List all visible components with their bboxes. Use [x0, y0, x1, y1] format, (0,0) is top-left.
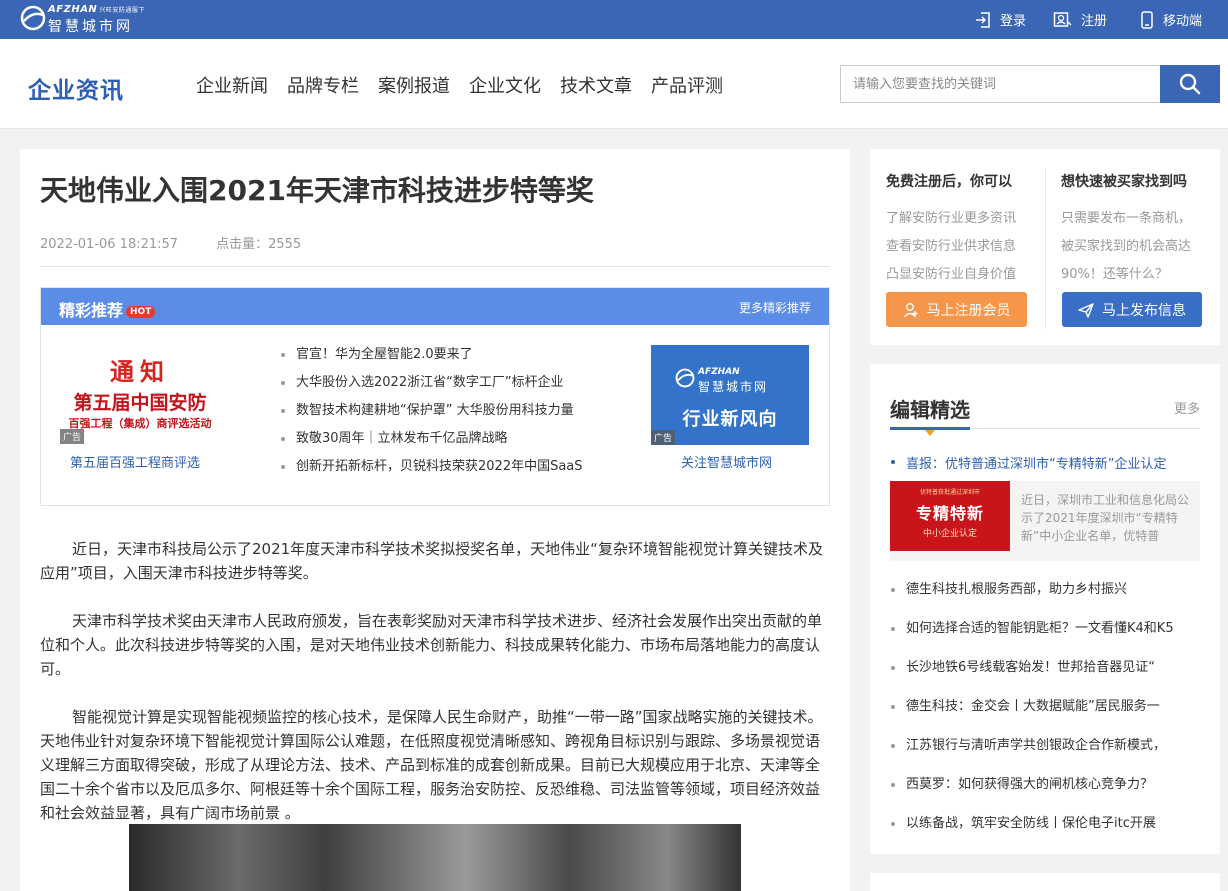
register-benefit: 凸显安防行业自身价值	[886, 267, 1017, 282]
register-label: 注册	[1081, 14, 1108, 29]
logo-en: AFZHAN 兴旺安防通服下	[48, 4, 145, 15]
article-image	[129, 824, 741, 891]
login-icon	[976, 11, 990, 28]
list-item[interactable]: 德生科技：金交会丨大数据赋能”居民服务一	[890, 697, 1174, 736]
featured-image-main: 专精特新	[915, 504, 984, 523]
login-label: 登录	[1000, 14, 1027, 29]
nav-item-case-reports[interactable]: 案例报道	[378, 72, 450, 98]
next-sidebar-card	[870, 873, 1220, 891]
article-paragraph: 天津市科学技术奖由天津市人民政府颁发，旨在表彰奖励对天津市科学技术进步、经济社会…	[40, 612, 823, 678]
article-clicks: 点击量：2555	[216, 237, 302, 252]
recommend-box: 精彩推荐 HOT 更多精彩推荐 通知 第五届中国安防 百强工程（集成）商评选活动 …	[40, 287, 830, 506]
logo-swoosh-icon	[675, 368, 695, 388]
mobile-link[interactable]: 移动端	[1139, 0, 1202, 39]
caret-down-icon	[925, 430, 935, 436]
site-logo[interactable]: AFZHAN 兴旺安防通服下 智慧城市网	[20, 3, 150, 35]
featured-image[interactable]: 优特普获批通过深圳市 专精特新 中小企业认定	[890, 481, 1010, 551]
publish-info-label: 马上发布信息	[1102, 302, 1186, 319]
list-item[interactable]: 创新开拓新标杆，贝锐科技荣获2022年中国SaaS	[279, 457, 583, 485]
register-benefit: 了解安防行业更多资讯	[886, 211, 1017, 226]
list-item[interactable]: 江苏银行与清听声学共创银政企合作新模式，	[890, 736, 1174, 775]
nav-item-brand-column[interactable]: 品牌专栏	[287, 72, 359, 98]
nav-item-product-reviews[interactable]: 产品评测	[651, 72, 723, 98]
article-title: 天地伟业入围2021年天津市科技进步特等奖	[40, 174, 594, 207]
section-brand[interactable]: 企业资讯	[28, 71, 124, 105]
top-bar: AFZHAN 兴旺安防通服下 智慧城市网 登录 注册 移动端	[0, 0, 1228, 39]
user-icon	[903, 302, 917, 317]
search-input[interactable]	[840, 65, 1161, 103]
editor-picks-list: 德生科技扎根服务西部，助力乡村振兴 如何选择合适的智能钥匙柜？一文看懂K4和K5…	[890, 580, 1174, 853]
featured-image-top: 优特普获批通过深圳市	[919, 489, 980, 496]
register-link[interactable]: 注册	[1053, 0, 1107, 39]
title-divider	[40, 266, 830, 267]
right-ad-banner[interactable]: AFZHAN 智慧城市网 行业新风向 广告	[651, 345, 809, 445]
nav-item-corporate-culture[interactable]: 企业文化	[469, 72, 541, 98]
register-card: 免费注册后，你可以 了解安防行业更多资讯 查看安防行业供求信息 凸显安防行业自身…	[870, 149, 1220, 345]
left-ad-line1: 通知	[110, 357, 170, 386]
list-item[interactable]: 官宣！华为全屋智能2.0要来了	[279, 345, 583, 373]
send-icon	[1078, 302, 1094, 318]
publish-info-button[interactable]: 马上发布信息	[1062, 292, 1202, 327]
publish-benefit: 90%！还等什么？	[1061, 267, 1168, 282]
ad-tag: 广告	[60, 429, 85, 444]
list-item[interactable]: 德生科技扎根服务西部，助力乡村振兴	[890, 580, 1174, 619]
article-paragraph: 智能视觉计算是实现智能视频监控的核心技术，是保障人民生命财产，助推“一带一路”国…	[40, 708, 823, 822]
editor-picks-title: 编辑精选	[890, 398, 970, 422]
right-ad-caption[interactable]: 关注智慧城市网	[681, 452, 772, 471]
logo-cn: 智慧城市网	[48, 19, 133, 35]
hot-badge: HOT	[126, 306, 156, 318]
featured-link[interactable]: 喜报：优特普通过深圳市“专精特新”企业认定	[890, 453, 1166, 472]
featured-card[interactable]: 优特普获批通过深圳市 专精特新 中小企业认定 近日，深圳市工业和信息化局公示了2…	[890, 481, 1200, 561]
mobile-icon	[1141, 10, 1153, 29]
ad-tag: 广告	[651, 430, 676, 445]
recommend-header: 精彩推荐 HOT 更多精彩推荐	[41, 288, 829, 325]
right-ad-banner-text: 行业新风向	[682, 409, 778, 430]
list-item[interactable]: 如何选择合适的智能钥匙柜？一文看懂K4和K5	[890, 619, 1174, 658]
register-icon	[1053, 11, 1072, 27]
mobile-label: 移动端	[1163, 14, 1203, 29]
list-item[interactable]: 致敬30周年｜立林发布千亿品牌战略	[279, 429, 583, 457]
register-member-label: 马上注册会员	[926, 302, 1011, 319]
left-ad-caption[interactable]: 第五届百强工程商评选	[70, 452, 200, 471]
recommend-more-link[interactable]: 更多精彩推荐	[739, 299, 811, 316]
search-button[interactable]	[1160, 65, 1220, 103]
register-benefits-title: 免费注册后，你可以	[886, 174, 1012, 190]
editor-picks-more-link[interactable]: 更多	[1174, 398, 1200, 417]
publish-benefit: 只需要发布一条商机，	[1061, 211, 1192, 226]
right-ad-logo-cn: 智慧城市网	[698, 380, 769, 394]
publish-benefit: 被买家找到的机会高达	[1061, 239, 1192, 254]
list-item[interactable]: 长沙地铁6号线载客始发！世邦拾音器见证“	[890, 658, 1174, 697]
search-icon	[1179, 73, 1201, 95]
column-divider	[1045, 169, 1046, 329]
register-benefit: 查看安防行业供求信息	[886, 239, 1017, 254]
nav-item-tech-articles[interactable]: 技术文章	[560, 72, 632, 98]
article-date: 2022-01-06 18:21:57	[40, 237, 179, 252]
recommend-list: 官宣！华为全屋智能2.0要来了 大华股份入选2022浙江省“数字工厂”标杆企业 …	[279, 345, 583, 485]
site-header: 企业资讯 企业新闻 品牌专栏 案例报道 企业文化 技术文章 产品评测	[0, 39, 1228, 129]
right-ad-logo-en: AFZHAN	[698, 367, 740, 377]
publish-benefits-title: 想快速被买家找到吗	[1061, 174, 1187, 190]
article-meta: 2022-01-06 18:21:57 点击量：2555	[40, 233, 301, 252]
logo-swoosh-icon	[20, 5, 46, 31]
register-benefits: 免费注册后，你可以 了解安防行业更多资讯 查看安防行业供求信息 凸显安防行业自身…	[886, 171, 1016, 289]
list-item[interactable]: 数智技术构建耕地“保护罩” 大华股份用科技力量	[279, 401, 583, 429]
list-item[interactable]: 西莫罗：如何获得强大的闸机核心竞争力？	[890, 775, 1174, 814]
list-item[interactable]: 大华股份入选2022浙江省“数字工厂”标杆企业	[279, 373, 583, 401]
login-link[interactable]: 登录	[974, 0, 1026, 39]
recommend-title: 精彩推荐 HOT	[59, 297, 156, 321]
featured-summary: 近日，深圳市工业和信息化局公示了2021年度深圳市“专精特新”中小企业名单，优特…	[1021, 493, 1190, 543]
list-item[interactable]: 以练备战，筑牢安全防线丨保伦电子itc开展	[890, 814, 1174, 853]
editor-picks: 编辑精选 更多 喜报：优特普通过深圳市“专精特新”企业认定 优特普获批通过深圳市…	[870, 364, 1220, 854]
article-paragraph: 近日，天津市科技局公示了2021年度天津市科学技术奖拟授奖名单，天地伟业“复杂环…	[40, 540, 823, 582]
nav-item-enterprise-news[interactable]: 企业新闻	[196, 72, 268, 98]
featured-image-sub: 中小企业认定	[922, 529, 977, 539]
left-ad-line2: 第五届中国安防	[73, 392, 207, 414]
publish-benefits: 想快速被买家找到吗 只需要发布一条商机， 被买家找到的机会高达 90%！还等什么…	[1061, 171, 1191, 289]
left-ad-banner[interactable]: 通知 第五届中国安防 百强工程（集成）商评选活动 广告	[60, 344, 220, 444]
article-container: 天地伟业入围2021年天津市科技进步特等奖 2022-01-06 18:21:5…	[20, 149, 850, 891]
main-nav: 企业新闻 品牌专栏 案例报道 企业文化 技术文章 产品评测	[196, 72, 742, 98]
register-member-button[interactable]: 马上注册会员	[886, 292, 1027, 327]
